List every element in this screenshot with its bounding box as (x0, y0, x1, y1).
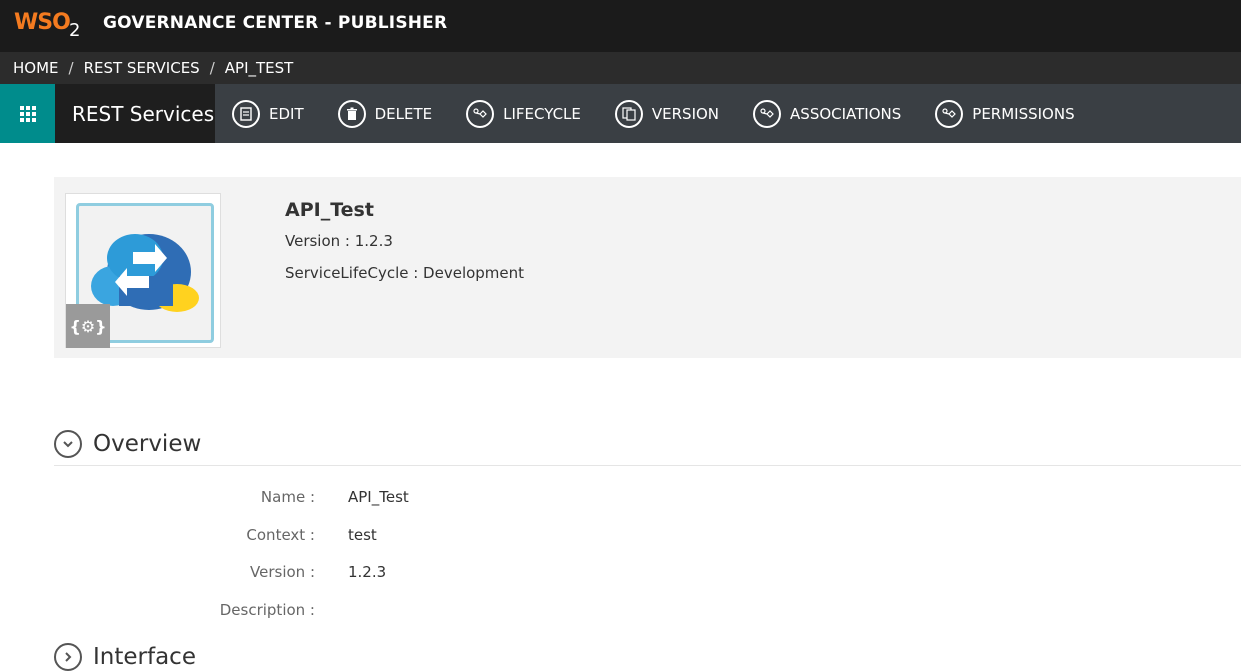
asset-thumbnail: {⚙} (65, 193, 221, 348)
version-label: VERSION (651, 104, 720, 123)
trash-icon (337, 99, 366, 128)
chevron-down-icon[interactable] (54, 429, 82, 458)
overview-header[interactable]: Overview (54, 422, 1241, 466)
interface-title: Interface (93, 644, 196, 670)
version-icon (614, 99, 643, 128)
field-label: Description : (219, 601, 315, 619)
breadcrumb-separator: / (209, 59, 215, 77)
gear-icon: {⚙} (66, 304, 110, 348)
app-menu-button[interactable] (0, 84, 55, 143)
breadcrumb-home[interactable]: HOME (13, 59, 59, 77)
edit-button[interactable]: EDIT (232, 99, 304, 128)
lifecycle-icon (466, 99, 495, 128)
field-value: API_Test (348, 488, 409, 506)
field-name: Name : API_Test (54, 488, 754, 510)
field-version: Version : 1.2.3 (54, 563, 754, 585)
breadcrumb-api-test[interactable]: API_TEST (225, 59, 294, 77)
breadcrumb-separator: / (68, 59, 74, 77)
field-value: test (348, 526, 377, 544)
grid-icon (19, 105, 36, 122)
asset-lifecycle: ServiceLifeCycle : Development (285, 264, 525, 282)
chevron-right-icon[interactable] (54, 643, 82, 671)
wso2-logo[interactable]: WSO 2 (14, 8, 84, 42)
breadcrumb-rest-services[interactable]: REST SERVICES (84, 59, 200, 77)
permissions-label: PERMISSIONS (972, 104, 1075, 123)
permissions-button[interactable]: PERMISSIONS (935, 99, 1075, 128)
field-description: Description : (54, 601, 754, 623)
action-bar: REST Services EDIT DELETE LIFECYCLE VERS… (0, 84, 1241, 143)
edit-label: EDIT (269, 104, 304, 123)
lifecycle-button[interactable]: LIFECYCLE (466, 99, 581, 128)
permissions-icon (935, 99, 964, 128)
top-header: WSO 2 GOVERNANCE CENTER - PUBLISHER (0, 0, 1241, 52)
delete-button[interactable]: DELETE (337, 99, 433, 128)
breadcrumb: HOME / REST SERVICES / API_TEST (0, 52, 1241, 84)
logo-subscript: 2 (69, 20, 81, 41)
field-label: Version : (250, 563, 315, 581)
overview-title: Overview (93, 430, 202, 457)
associations-button[interactable]: ASSOCIATIONS (753, 99, 902, 128)
delete-label: DELETE (374, 104, 433, 123)
logo-text: WSO (14, 10, 71, 35)
version-button[interactable]: VERSION (614, 99, 720, 128)
app-title: GOVERNANCE CENTER - PUBLISHER (103, 13, 448, 33)
field-label: Name : (260, 488, 315, 506)
lifecycle-label: LIFECYCLE (503, 104, 581, 123)
field-label: Context : (246, 526, 315, 544)
interface-header[interactable]: Interface (54, 642, 196, 672)
edit-icon (232, 99, 260, 128)
asset-version: Version : 1.2.3 (285, 232, 393, 250)
field-context: Context : test (54, 526, 754, 548)
associations-icon (753, 99, 782, 128)
asset-summary: {⚙} API_Test Version : 1.2.3 ServiceLife… (54, 177, 1241, 358)
field-value: 1.2.3 (348, 563, 387, 581)
section-title[interactable]: REST Services (55, 84, 215, 143)
asset-name: API_Test (285, 199, 374, 221)
action-list: EDIT DELETE LIFECYCLE VERSION ASSOCIATIO… (232, 84, 1109, 143)
associations-label: ASSOCIATIONS (790, 104, 902, 123)
